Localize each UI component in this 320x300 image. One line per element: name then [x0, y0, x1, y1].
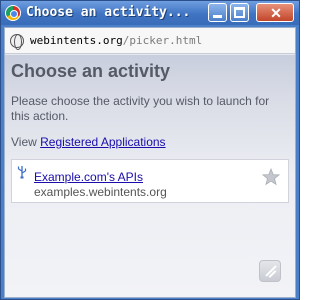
title-bar[interactable]: Choose an activity... ✕ [1, 1, 299, 25]
address-bar[interactable]: webintents.org/picker.html [5, 28, 295, 54]
usb-icon [17, 165, 27, 181]
minimize-icon [213, 15, 222, 18]
globe-icon [10, 34, 24, 50]
maximize-button[interactable] [230, 3, 249, 22]
url-path: /picker.html [122, 34, 203, 47]
url-text[interactable]: webintents.org/picker.html [30, 33, 202, 49]
maximize-icon [234, 7, 245, 18]
content-area: webintents.org/picker.html Choose an act… [4, 27, 296, 298]
star-icon-svg [261, 167, 281, 186]
browser-window: Choose an activity... ✕ webintents.org/p… [0, 0, 300, 300]
page-title: Choose an activity [11, 61, 171, 81]
star-icon[interactable] [261, 167, 281, 186]
service-domain: examples.webintents.org [34, 185, 167, 199]
close-icon: ✕ [270, 5, 282, 21]
picker-page: Choose an activity Please choose the act… [5, 55, 295, 297]
minimize-button[interactable] [208, 3, 227, 22]
window-title: Choose an activity... [26, 5, 191, 20]
service-item[interactable]: Example.com's APIs examples.webintents.o… [11, 159, 289, 203]
view-prefix: View [11, 135, 41, 149]
service-name-link[interactable]: Example.com's APIs [34, 170, 143, 184]
usb-icon-svg [17, 166, 27, 179]
resize-icon[interactable] [259, 260, 281, 282]
view-registered-line: View Registered Applications [11, 135, 166, 150]
chrome-icon [5, 5, 21, 21]
close-button[interactable]: ✕ [256, 3, 294, 22]
page-description: Please choose the activity you wish to l… [11, 94, 270, 123]
registered-applications-link[interactable]: Registered Applications [40, 135, 165, 149]
url-host: webintents.org [30, 34, 123, 47]
